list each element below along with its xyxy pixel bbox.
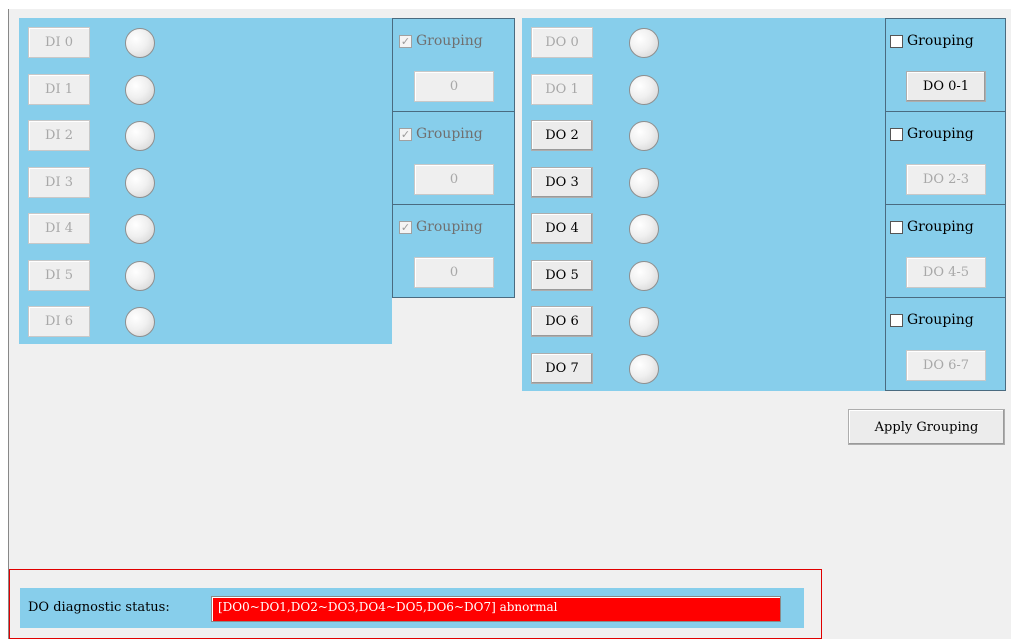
di-status-led-icon [125, 28, 155, 58]
checkbox-box-icon [890, 313, 903, 327]
do-group-button: DO 4-5 [906, 257, 986, 288]
do-channel-button[interactable]: DO 4 [531, 213, 593, 244]
di-channel-button: DI 2 [28, 120, 90, 151]
apply-grouping-button[interactable]: Apply Grouping [848, 409, 1005, 445]
di-status-led-icon [125, 307, 155, 337]
grouping-checkbox-label: Grouping [907, 33, 974, 49]
di-grouping-checkbox: ✓ Grouping [399, 126, 483, 142]
di-status-led-icon [125, 214, 155, 244]
do-grouping-checkbox[interactable]: Grouping [890, 219, 974, 235]
do-group-button: DO 2-3 [906, 164, 986, 195]
do-grouping-checkbox[interactable]: Grouping [890, 312, 974, 328]
grouping-checkbox-label: Grouping [907, 126, 974, 142]
do-status-led-icon [629, 353, 659, 384]
do-status-led-icon [629, 74, 659, 105]
do-channel-button[interactable]: DO 5 [531, 259, 593, 291]
di-channel-button: DI 5 [28, 259, 90, 291]
checkbox-box-icon [890, 127, 903, 141]
do-grouping-checkbox[interactable]: Grouping [890, 33, 974, 49]
do-status-led-icon [629, 214, 659, 244]
do-channel-button[interactable]: DO 2 [531, 120, 593, 151]
checkbox-box-icon [890, 220, 903, 234]
do-status-led-icon [629, 167, 659, 198]
grouping-checkbox-label: Grouping [416, 126, 483, 142]
diagnostic-status-field: [DO0~DO1,DO2~DO3,DO4~DO5,DO6~DO7] abnorm… [211, 596, 781, 622]
do-group-button: DO 6-7 [906, 350, 986, 381]
checkbox-box-icon: ✓ [399, 34, 412, 48]
do-group-button[interactable]: DO 0-1 [906, 71, 986, 102]
do-channel-button: DO 1 [531, 73, 593, 105]
di-channel-button: DI 4 [28, 213, 90, 244]
grouping-checkbox-label: Grouping [907, 312, 974, 328]
checkbox-box-icon [890, 34, 903, 48]
di-group-button: 0 [414, 71, 494, 102]
di-status-led-icon [125, 74, 155, 105]
grouping-checkbox-label: Grouping [416, 33, 483, 49]
di-channel-button: DI 0 [28, 27, 90, 58]
di-grouping-checkbox: ✓ Grouping [399, 33, 483, 49]
checkbox-box-icon: ✓ [399, 220, 412, 234]
do-status-led-icon [629, 307, 659, 337]
di-channel-button: DI 6 [28, 306, 90, 337]
di-status-led-icon [125, 260, 155, 291]
do-grouping-checkbox[interactable]: Grouping [890, 126, 974, 142]
checkbox-box-icon: ✓ [399, 127, 412, 141]
do-status-led-icon [629, 260, 659, 291]
do-channel-button[interactable]: DO 7 [531, 352, 593, 384]
di-status-led-icon [125, 121, 155, 151]
grouping-checkbox-label: Grouping [907, 219, 974, 235]
do-channel-button[interactable]: DO 3 [531, 166, 593, 198]
di-channel-button: DI 1 [28, 73, 90, 105]
di-grouping-checkbox: ✓ Grouping [399, 219, 483, 235]
do-channel-button[interactable]: DO 6 [531, 306, 593, 337]
di-group-button: 0 [414, 257, 494, 288]
di-status-led-icon [125, 167, 155, 198]
do-status-led-icon [629, 28, 659, 58]
diagnostic-status-label: DO diagnostic status: [28, 600, 170, 615]
di-channel-button: DI 3 [28, 166, 90, 198]
di-group-button: 0 [414, 164, 494, 195]
do-channel-button: DO 0 [531, 27, 593, 58]
grouping-checkbox-label: Grouping [416, 219, 483, 235]
do-status-led-icon [629, 121, 659, 151]
